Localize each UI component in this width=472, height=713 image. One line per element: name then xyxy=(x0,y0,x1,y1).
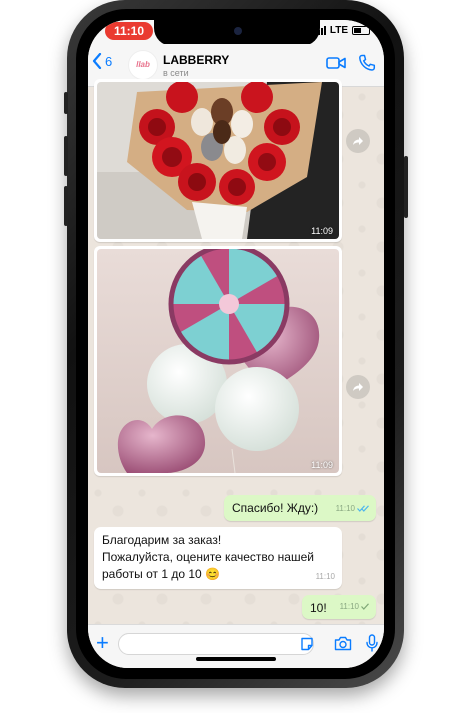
home-indicator[interactable] xyxy=(196,657,276,661)
outgoing-message-2[interactable]: 10! 11:10 xyxy=(302,595,376,619)
contact-avatar[interactable]: llab berry xyxy=(128,50,158,97)
image1-time: 11:09 xyxy=(311,226,333,236)
signal-icon xyxy=(314,26,326,35)
image-message-balloons[interactable]: 11:09 xyxy=(94,246,342,476)
forward-icon xyxy=(353,137,363,145)
chat-area[interactable]: 11:09 11:09 Спасибо! Жду:) 11:10 Благода… xyxy=(88,79,384,624)
mute-switch xyxy=(64,92,68,114)
message-time: 11:10 xyxy=(315,572,335,581)
attach-plus-icon[interactable]: + xyxy=(96,632,109,654)
single-check-icon xyxy=(361,603,369,610)
microphone-icon[interactable] xyxy=(366,634,378,652)
message-line-1: Благодарим за заказ! xyxy=(102,533,222,547)
forward-icon xyxy=(353,383,363,391)
contact-status: в сети xyxy=(163,68,189,78)
contact-name[interactable]: LABBERRY xyxy=(163,53,229,67)
message-input[interactable] xyxy=(118,633,314,655)
incoming-message-1[interactable]: Благодарим за заказ! Пожалуйста, оцените… xyxy=(94,527,342,589)
outgoing-message-1[interactable]: Спасибо! Жду:) 11:10 xyxy=(224,495,376,521)
front-camera xyxy=(234,27,242,35)
balloons-photo: 11:09 xyxy=(97,249,339,473)
message-text: 10! xyxy=(310,601,327,615)
image-message-bouquet[interactable]: 11:09 xyxy=(94,79,342,242)
status-indicators: LTE xyxy=(314,25,370,36)
unread-count: 6 xyxy=(105,53,113,69)
message-meta: 11:10 xyxy=(316,568,335,585)
message-meta: 11:10 xyxy=(340,598,369,615)
phone-call-icon[interactable] xyxy=(358,54,376,72)
message-text: Спасибо! Жду:) xyxy=(232,501,319,515)
message-time: 11:10 xyxy=(335,504,355,513)
forward-button-2[interactable] xyxy=(346,375,370,399)
message-line-2: Пожалуйста, оцените качество нашей xyxy=(102,550,314,564)
sticker-icon[interactable] xyxy=(300,637,314,651)
video-call-icon[interactable] xyxy=(326,56,346,70)
message-time: 11:10 xyxy=(339,602,359,611)
forward-button-1[interactable] xyxy=(346,129,370,153)
back-button[interactable]: 6 xyxy=(92,53,112,69)
bouquet-photo: 11:09 xyxy=(97,82,339,239)
message-input-bar: + xyxy=(88,624,384,668)
balloons-image xyxy=(97,249,339,473)
message-line-3: работы от 1 до 10 😊 xyxy=(102,567,220,581)
volume-down-button xyxy=(64,186,68,226)
volume-up-button xyxy=(64,136,68,176)
status-time: 11:10 xyxy=(105,22,153,40)
image2-time: 11:09 xyxy=(311,460,333,470)
phone-screen: 11:10 LTE 6 llab berry LABBERRY в сети xyxy=(88,20,384,668)
camera-icon[interactable] xyxy=(334,636,352,651)
bouquet-image xyxy=(97,82,339,239)
message-meta: 11:10 xyxy=(336,500,369,517)
power-button xyxy=(404,156,408,218)
network-label: LTE xyxy=(329,25,348,36)
double-check-icon xyxy=(357,505,369,512)
battery-icon xyxy=(352,26,370,35)
back-chevron-icon xyxy=(92,53,102,69)
notch xyxy=(154,20,320,46)
status-bar: 11:10 LTE xyxy=(88,20,384,46)
